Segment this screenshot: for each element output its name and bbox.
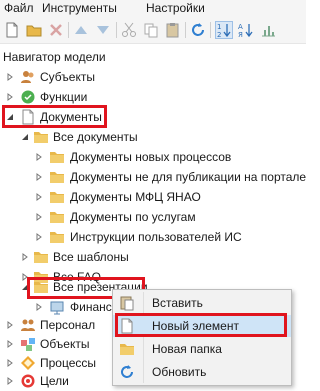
collapse-arrow-icon[interactable] xyxy=(21,277,29,297)
tree-item-processes[interactable]: Процессы xyxy=(0,353,112,373)
processes-icon xyxy=(20,355,36,371)
toolbar: 12 AЯ xyxy=(0,17,306,44)
menu-item-new-element[interactable]: Новый элемент xyxy=(113,315,291,337)
tree-item-doc-services[interactable]: Документы по услугам xyxy=(0,207,300,227)
document-icon xyxy=(20,109,36,125)
expand-arrow-icon[interactable] xyxy=(6,353,14,373)
expand-arrow-icon[interactable] xyxy=(6,87,14,107)
copy-icon[interactable] xyxy=(142,21,160,39)
tree-item-finance[interactable]: Финансо xyxy=(0,297,120,317)
move-down-icon[interactable] xyxy=(94,21,112,39)
toolbar-separator xyxy=(210,22,211,38)
toolbar-separator xyxy=(116,22,117,38)
expand-arrow-icon[interactable] xyxy=(6,371,14,391)
paste-icon xyxy=(119,295,135,311)
subjects-icon xyxy=(20,69,36,85)
sort-alpha-icon[interactable]: AЯ xyxy=(237,21,255,39)
tree-item-goals[interactable]: Цели xyxy=(0,371,112,391)
menu-file[interactable]: Файл xyxy=(4,1,34,16)
objects-icon xyxy=(20,336,36,352)
menu-settings[interactable]: Настройки xyxy=(146,1,205,16)
collapse-arrow-icon[interactable] xyxy=(6,107,14,127)
tree-item-doc-mfc[interactable]: Документы МФЦ ЯНАО xyxy=(0,187,300,207)
expand-arrow-icon[interactable] xyxy=(6,67,14,87)
delete-icon[interactable] xyxy=(47,21,65,39)
goals-icon xyxy=(20,373,36,389)
expand-arrow-icon[interactable] xyxy=(35,167,43,187)
tree-item-user-instructions[interactable]: Инструкции пользователей ИС xyxy=(0,227,300,247)
menu-tools[interactable]: Инструменты xyxy=(42,1,117,16)
folder-icon xyxy=(49,169,65,185)
presentation-icon xyxy=(49,299,65,315)
menu-item-refresh[interactable]: Обновить xyxy=(113,361,291,383)
tree-item-doc-not-published[interactable]: Документы не для публикации на портале xyxy=(0,167,306,187)
svg-text:A: A xyxy=(238,23,243,31)
functions-icon xyxy=(20,89,36,105)
tree-item-documents[interactable]: Документы xyxy=(0,107,300,127)
open-folder-icon[interactable] xyxy=(25,21,43,39)
tree-item-functions[interactable]: Функции xyxy=(0,87,300,107)
folder-icon xyxy=(49,209,65,225)
expand-arrow-icon[interactable] xyxy=(6,315,14,335)
expand-arrow-icon[interactable] xyxy=(6,334,14,354)
menu-item-insert[interactable]: Вставить xyxy=(113,292,291,314)
personnel-icon xyxy=(20,317,36,333)
collapse-arrow-icon[interactable] xyxy=(21,127,29,147)
folder-icon xyxy=(49,189,65,205)
chart-icon[interactable] xyxy=(259,21,277,39)
refresh-icon xyxy=(119,364,135,380)
svg-text:Я: Я xyxy=(238,31,243,39)
folder-icon xyxy=(49,229,65,245)
new-document-icon xyxy=(119,318,135,334)
expand-arrow-icon[interactable] xyxy=(21,247,29,267)
folder-icon xyxy=(33,249,49,265)
folder-icon xyxy=(33,129,49,145)
menu-item-new-folder[interactable]: Новая папка xyxy=(113,338,291,360)
tree-item-personnel[interactable]: Персонал xyxy=(0,315,112,335)
folder-icon xyxy=(119,341,135,357)
expand-arrow-icon[interactable] xyxy=(35,147,43,167)
tree-item-doc-new-processes[interactable]: Документы новых процессов xyxy=(0,147,300,167)
toolbar-separator xyxy=(185,22,186,38)
svg-text:2: 2 xyxy=(217,31,221,38)
toolbar-separator xyxy=(68,22,69,38)
context-menu: Вставить Новый элемент Новая папка Обнов… xyxy=(112,289,292,386)
menu-bar: Файл Инструменты Настройки xyxy=(0,0,306,17)
expand-arrow-icon[interactable] xyxy=(35,297,43,317)
expand-arrow-icon[interactable] xyxy=(35,207,43,227)
tree-item-objects[interactable]: Объекты xyxy=(0,334,112,354)
expand-arrow-icon[interactable] xyxy=(35,187,43,207)
folder-icon xyxy=(49,149,65,165)
move-up-icon[interactable] xyxy=(72,21,90,39)
folder-icon xyxy=(33,279,49,295)
tree-item-subjects[interactable]: Субъекты xyxy=(0,67,300,87)
expand-arrow-icon[interactable] xyxy=(35,227,43,247)
svg-text:1: 1 xyxy=(217,23,221,31)
new-document-icon[interactable] xyxy=(3,21,21,39)
tree-item-all-templates[interactable]: Все шаблоны xyxy=(0,247,300,267)
sort-numeric-icon[interactable]: 12 xyxy=(215,21,233,39)
refresh-icon[interactable] xyxy=(189,21,207,39)
cut-icon[interactable] xyxy=(120,21,138,39)
panel-title: Навигатор модели xyxy=(3,50,106,64)
tree-item-all-documents[interactable]: Все документы xyxy=(0,127,300,147)
paste-icon[interactable] xyxy=(164,21,182,39)
